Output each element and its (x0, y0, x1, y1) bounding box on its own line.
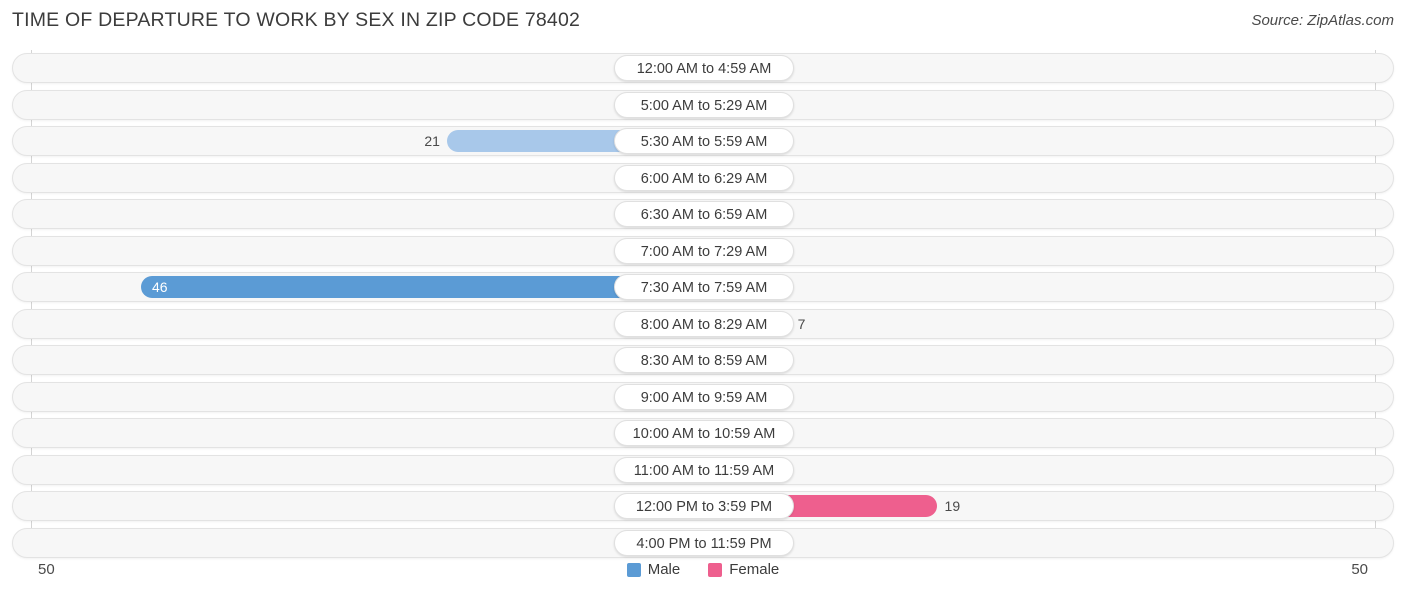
legend-swatch-icon (626, 562, 641, 577)
table-row[interactable]: 2105:30 AM to 5:59 AM (12, 126, 1394, 157)
legend-item-male[interactable]: Male (626, 561, 681, 578)
row-inner: 007:00 AM to 7:29 AM (13, 237, 1393, 265)
category-label: 11:00 AM to 11:59 AM (614, 456, 794, 483)
category-label: 8:00 AM to 8:29 AM (614, 310, 794, 337)
category-label: 6:00 AM to 6:29 AM (614, 164, 794, 191)
table-row[interactable]: 006:30 AM to 6:59 AM (12, 199, 1394, 230)
row-inner: 0010:00 AM to 10:59 AM (13, 419, 1393, 447)
row-inner: 009:00 AM to 9:59 AM (13, 383, 1393, 411)
value-label-female: 7 (797, 315, 806, 332)
table-row[interactable]: 0010:00 AM to 10:59 AM (12, 418, 1394, 449)
table-row[interactable]: 009:00 AM to 9:59 AM (12, 381, 1394, 412)
value-label-female: 19 (944, 498, 961, 515)
table-row[interactable]: 078:00 AM to 8:29 AM (12, 308, 1394, 339)
row-inner: 0012:00 AM to 4:59 AM (13, 54, 1393, 82)
category-label: 8:30 AM to 8:59 AM (614, 347, 794, 374)
row-inner: 008:30 AM to 8:59 AM (13, 346, 1393, 374)
category-label: 7:30 AM to 7:59 AM (614, 274, 794, 301)
category-label: 5:30 AM to 5:59 AM (614, 128, 794, 155)
table-row[interactable]: 0011:00 AM to 11:59 AM (12, 454, 1394, 485)
table-row[interactable]: 005:00 AM to 5:29 AM (12, 89, 1394, 120)
table-row[interactable]: 4607:30 AM to 7:59 AM (12, 272, 1394, 303)
chart-plot-area: 0012:00 AM to 4:59 AM 005:00 AM to 5:29 A… (0, 50, 1406, 558)
row-inner: 4607:30 AM to 7:59 AM (13, 273, 1393, 301)
row-inner: 51912:00 PM to 3:59 PM (13, 492, 1393, 520)
table-row[interactable]: 004:00 PM to 11:59 PM (12, 527, 1394, 558)
row-inner: 078:00 AM to 8:29 AM (13, 310, 1393, 338)
value-label-male: 46 (151, 279, 168, 296)
table-row[interactable]: 51912:00 PM to 3:59 PM (12, 491, 1394, 522)
value-label-male: 21 (424, 133, 440, 150)
row-inner: 005:00 AM to 5:29 AM (13, 91, 1393, 119)
category-label: 4:00 PM to 11:59 PM (614, 529, 794, 556)
legend-swatch-icon (708, 562, 723, 577)
chart-header: TIME OF DEPARTURE TO WORK BY SEX IN ZIP … (0, 0, 1406, 44)
row-inner: 2105:30 AM to 5:59 AM (13, 127, 1393, 155)
table-row[interactable]: 0012:00 AM to 4:59 AM (12, 53, 1394, 83)
page-title: TIME OF DEPARTURE TO WORK BY SEX IN ZIP … (12, 9, 581, 31)
row-inner: 606:00 AM to 6:29 AM (13, 164, 1393, 192)
row-inner: 006:30 AM to 6:59 AM (13, 200, 1393, 228)
chart-legend: Male Female (0, 561, 1406, 578)
category-label: 12:00 PM to 3:59 PM (614, 493, 794, 520)
source-attribution: Source: ZipAtlas.com (1251, 12, 1394, 29)
category-label: 5:00 AM to 5:29 AM (614, 91, 794, 118)
legend-label: Male (647, 561, 681, 578)
category-label: 7:00 AM to 7:29 AM (614, 237, 794, 264)
category-label: 10:00 AM to 10:59 AM (614, 420, 794, 447)
category-label: 9:00 AM to 9:59 AM (614, 383, 794, 410)
row-inner: 004:00 PM to 11:59 PM (13, 529, 1393, 557)
legend-item-female[interactable]: Female (708, 561, 779, 578)
chart-footer: 50 50 Male Female (0, 556, 1406, 595)
table-row[interactable]: 007:00 AM to 7:29 AM (12, 235, 1394, 266)
table-row[interactable]: 008:30 AM to 8:59 AM (12, 345, 1394, 376)
category-label: 12:00 AM to 4:59 AM (614, 55, 794, 81)
table-row[interactable]: 606:00 AM to 6:29 AM (12, 162, 1394, 193)
category-label: 6:30 AM to 6:59 AM (614, 201, 794, 228)
row-inner: 0011:00 AM to 11:59 AM (13, 456, 1393, 484)
legend-label: Female (729, 561, 780, 578)
